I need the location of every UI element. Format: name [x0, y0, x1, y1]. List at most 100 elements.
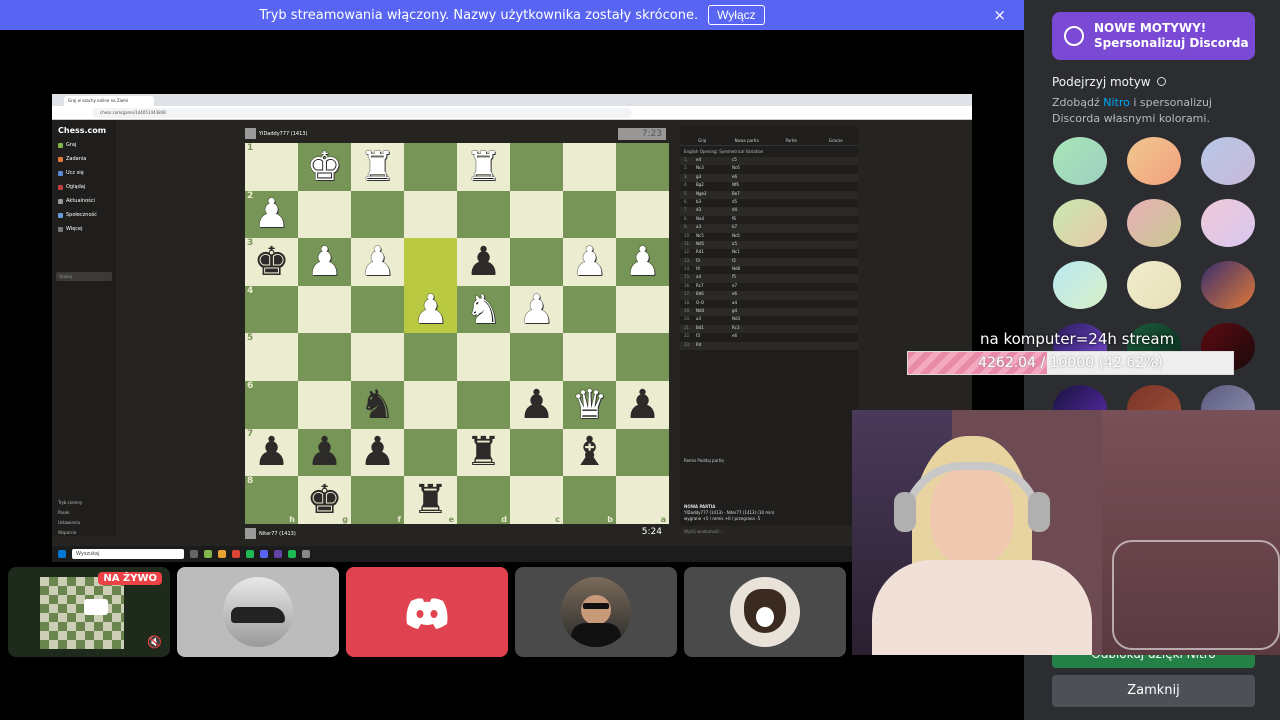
black-pawn-icon[interactable]: ♟	[625, 385, 661, 425]
board-square[interactable]	[457, 380, 510, 429]
black-knight-icon[interactable]: ♞	[360, 385, 396, 425]
board-square[interactable]	[404, 428, 457, 477]
move-row[interactable]: 12. Rd1 Nc1	[680, 249, 858, 257]
black-king-icon[interactable]: ♚	[307, 480, 343, 520]
board-square[interactable]	[563, 285, 616, 334]
board-square[interactable]: ♟	[351, 238, 404, 286]
board-square[interactable]	[351, 190, 404, 239]
stream-tile[interactable]: NA ŻYWO 🔇	[8, 567, 170, 657]
theme-swatch[interactable]	[1201, 137, 1255, 185]
chess-board[interactable]: 1 ♚ ♜ ♜ 2 ♟ 3 ♚ ♟ ♟ ♟ ♟ ♟ 4 ♟ ♞ ♟ 5 6 ♞ ♟ ♛ ♟ 7 ♟ ♟ ♟ ♜ ♝ 8 h g ♚ f e ♜ d c b a	[245, 143, 669, 524]
board-square[interactable]: g ♚	[298, 476, 351, 524]
board-square[interactable]: ♟	[510, 285, 563, 334]
move-row[interactable]: 22. f3 e6	[680, 333, 858, 341]
board-square[interactable]: ♜	[457, 428, 510, 477]
mute-icon[interactable]: 🔇	[147, 635, 162, 649]
board-square[interactable]	[404, 333, 457, 381]
board-square[interactable]: ♝	[563, 428, 616, 477]
theme-swatch[interactable]	[1201, 199, 1255, 247]
move-row[interactable]: 11. Nd5 a5	[680, 240, 858, 250]
board-square[interactable]	[351, 333, 404, 381]
white-pawn-icon[interactable]: ♟	[572, 242, 608, 282]
move-row[interactable]: 21. Bd1 Rc3	[680, 324, 858, 334]
board-square[interactable]: 4	[245, 285, 298, 334]
black-bishop-icon[interactable]: ♝	[572, 432, 608, 472]
white-rook-icon[interactable]: ♜	[466, 147, 502, 187]
board-square[interactable]	[510, 238, 563, 286]
board-square[interactable]: ♚	[298, 143, 351, 191]
board-square[interactable]: ♛	[563, 380, 616, 429]
move-row[interactable]: 15. a4 f5	[680, 274, 858, 283]
board-square[interactable]: ♟	[404, 285, 457, 334]
board-square[interactable]: ♟	[298, 238, 351, 286]
black-rook-icon[interactable]: ♜	[466, 432, 502, 472]
board-square[interactable]: ♟	[457, 238, 510, 286]
board-square[interactable]: ♞	[457, 285, 510, 334]
board-square[interactable]: 2 ♟	[245, 190, 298, 239]
board-square[interactable]	[298, 333, 351, 381]
board-square[interactable]: 1	[245, 143, 298, 191]
black-pawn-icon[interactable]: ♟	[519, 385, 555, 425]
board-square[interactable]: d	[457, 476, 510, 524]
participant-tile[interactable]	[515, 567, 677, 657]
black-pawn-icon[interactable]: ♟	[360, 432, 396, 472]
move-row[interactable]: 9. a3 b7	[680, 224, 858, 233]
white-queen-icon[interactable]: ♛	[572, 385, 608, 425]
move-row[interactable]: 14. f4 Nd8	[680, 266, 858, 274]
board-square[interactable]: e ♜	[404, 476, 457, 524]
theme-swatch[interactable]	[1053, 137, 1107, 185]
board-square[interactable]: ♟	[616, 238, 669, 286]
white-king-icon[interactable]: ♚	[307, 147, 343, 187]
board-square[interactable]	[404, 143, 457, 191]
board-square[interactable]	[563, 143, 616, 191]
board-square[interactable]	[298, 285, 351, 334]
move-row[interactable]: 19. Nd4 g4	[680, 308, 858, 317]
board-square[interactable]: b	[563, 476, 616, 524]
move-row[interactable]: 7. d3 d4	[680, 207, 858, 216]
board-square[interactable]: ♜	[351, 143, 404, 191]
move-row[interactable]: 5. Nge2 Be7	[680, 190, 858, 199]
board-square[interactable]	[404, 190, 457, 239]
board-square[interactable]	[457, 190, 510, 239]
white-pawn-icon[interactable]: ♟	[519, 290, 555, 330]
white-knight-icon[interactable]: ♞	[466, 290, 502, 330]
board-square[interactable]	[457, 333, 510, 381]
board-square[interactable]	[563, 333, 616, 381]
board-square[interactable]	[351, 285, 404, 334]
move-row[interactable]: 23. Rd	[680, 341, 858, 350]
board-square[interactable]	[616, 143, 669, 191]
board-square[interactable]: ♟	[351, 428, 404, 477]
white-pawn-icon[interactable]: ♟	[307, 242, 343, 282]
white-rook-icon[interactable]: ♜	[360, 147, 396, 187]
theme-swatch[interactable]	[1053, 261, 1107, 309]
board-square[interactable]	[404, 380, 457, 429]
board-square[interactable]	[510, 333, 563, 381]
board-square[interactable]: c	[510, 476, 563, 524]
move-row[interactable]: 16. Rc7 e7	[680, 283, 858, 291]
participant-tile[interactable]	[346, 567, 508, 657]
board-square[interactable]: 8h	[245, 476, 298, 524]
participant-tile[interactable]	[177, 567, 339, 657]
board-square[interactable]	[298, 190, 351, 239]
black-pawn-icon[interactable]: ♟	[307, 432, 343, 472]
move-row[interactable]: 17. Bd6 e6	[680, 291, 858, 300]
board-square[interactable]: a	[616, 476, 669, 524]
board-square[interactable]: ♞	[351, 380, 404, 429]
board-square[interactable]: 6	[245, 380, 298, 429]
board-square[interactable]: 7 ♟	[245, 428, 298, 477]
black-rook-icon[interactable]: ♜	[413, 480, 449, 520]
board-square[interactable]	[616, 333, 669, 381]
board-square[interactable]: ♟	[298, 428, 351, 477]
board-square[interactable]: f	[351, 476, 404, 524]
shared-screen[interactable]: Graj w szachy online na Ziemi chess.com/…	[52, 94, 972, 562]
participant-tile[interactable]	[684, 567, 846, 657]
white-pawn-icon[interactable]: ♟	[413, 290, 449, 330]
board-square[interactable]	[510, 143, 563, 191]
black-pawn-icon[interactable]: ♟	[254, 432, 290, 472]
board-square[interactable]: ♟	[510, 380, 563, 429]
disable-streamer-mode-button[interactable]: Wyłącz	[708, 5, 765, 25]
board-square[interactable]	[616, 428, 669, 477]
move-row[interactable]: 3. g3 e6	[680, 173, 858, 183]
board-square[interactable]: 5	[245, 333, 298, 381]
move-row[interactable]: 8. Na4 f6	[680, 216, 858, 224]
